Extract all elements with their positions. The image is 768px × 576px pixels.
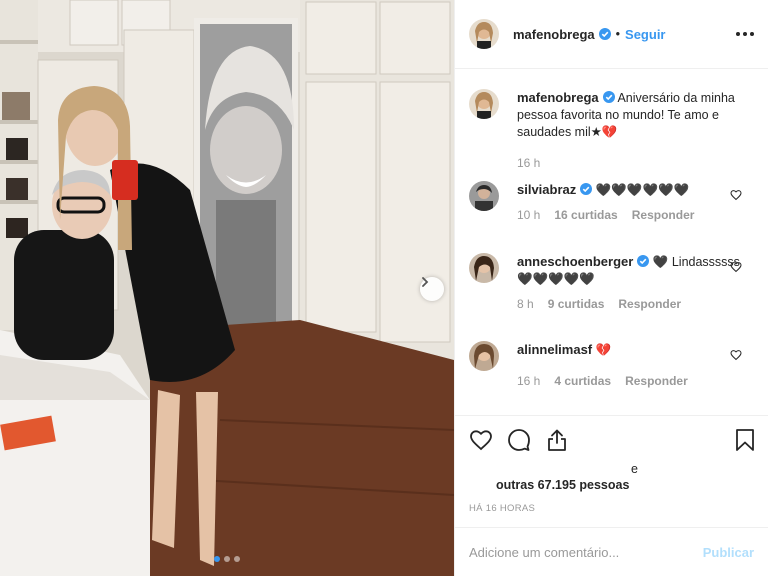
comments-list: mafenobrega Aniversário da minha pessoa … <box>455 69 768 415</box>
comment-likes[interactable]: 9 curtidas <box>548 296 605 313</box>
follow-button[interactable]: Seguir <box>625 27 665 42</box>
commenter-avatar[interactable] <box>469 341 499 371</box>
comment-time[interactable]: 16 h <box>517 373 540 390</box>
likes-others-link[interactable]: outras 67.195 pessoas <box>496 478 629 492</box>
post-timestamp[interactable]: HÁ 16 HORAS <box>469 503 535 514</box>
caption: mafenobrega Aniversário da minha pessoa … <box>469 89 754 172</box>
carousel-dot <box>224 556 230 562</box>
comment-text: 🖤🖤🖤🖤🖤🖤 <box>595 183 690 197</box>
caption-username[interactable]: mafenobrega <box>517 90 599 105</box>
verified-badge-icon <box>637 255 650 267</box>
like-heart-icon[interactable] <box>469 428 493 452</box>
caption-time[interactable]: 16 h <box>517 155 540 172</box>
comment-item: silviabraz 🖤🖤🖤🖤🖤🖤 10 h 16 curtidas Respo… <box>469 181 754 224</box>
comment-item: anneschoenberger 🖤 Lindassssss🖤🖤🖤🖤🖤 8 h … <box>469 253 754 313</box>
next-photo-button[interactable] <box>420 277 444 301</box>
author-username[interactable]: mafenobrega <box>513 27 595 42</box>
comment-bubble-icon[interactable] <box>507 428 531 452</box>
comment-likes[interactable]: 16 curtidas <box>554 207 617 224</box>
post-header: mafenobrega • Seguir <box>455 0 768 69</box>
reply-button[interactable]: Responder <box>632 207 695 224</box>
comment-input[interactable] <box>469 544 703 560</box>
commenter-avatar[interactable] <box>469 181 499 211</box>
comment-time[interactable]: 10 h <box>517 207 540 224</box>
comment-time[interactable]: 8 h <box>517 296 534 313</box>
comment-username[interactable]: anneschoenberger <box>517 254 633 269</box>
like-comment-heart-icon[interactable] <box>730 261 742 273</box>
verified-badge-icon <box>580 183 593 195</box>
comment-text: 💔 <box>595 343 612 357</box>
add-comment-bar: Publicar <box>455 527 768 576</box>
caption-avatar[interactable] <box>469 89 499 119</box>
comment-likes[interactable]: 4 curtidas <box>554 373 611 390</box>
post-side-panel: mafenobrega • Seguir mafenobrega Anivers… <box>454 0 768 576</box>
comment-item: alinnelimasf 💔 16 h 4 curtidas Responder <box>469 341 754 390</box>
likes-summary: e outras 67.195 pessoas <box>469 462 754 502</box>
likes-and: e <box>631 462 638 476</box>
verified-badge-icon <box>598 28 611 40</box>
post-actions: e outras 67.195 pessoas HÁ 16 HORAS <box>455 415 768 527</box>
publish-button[interactable]: Publicar <box>703 545 754 560</box>
chevron-right-icon <box>422 277 429 287</box>
comment-username[interactable]: silviabraz <box>517 182 576 197</box>
commenter-avatar[interactable] <box>469 253 499 283</box>
share-upload-icon[interactable] <box>545 428 569 452</box>
comment-username[interactable]: alinnelimasf <box>517 342 592 357</box>
photo-illustration <box>0 0 454 576</box>
carousel-dot-active <box>214 556 220 562</box>
header-separator: • <box>615 27 621 41</box>
verified-badge-icon <box>602 91 615 103</box>
save-bookmark-icon[interactable] <box>734 428 756 452</box>
author-avatar[interactable] <box>469 19 499 49</box>
reply-button[interactable]: Responder <box>618 296 681 313</box>
more-options-icon[interactable] <box>736 32 754 36</box>
like-comment-heart-icon[interactable] <box>730 189 742 201</box>
carousel-dot <box>234 556 240 562</box>
like-comment-heart-icon[interactable] <box>730 349 742 361</box>
post-photo <box>0 0 454 576</box>
reply-button[interactable]: Responder <box>625 373 688 390</box>
carousel-dots <box>214 556 240 562</box>
